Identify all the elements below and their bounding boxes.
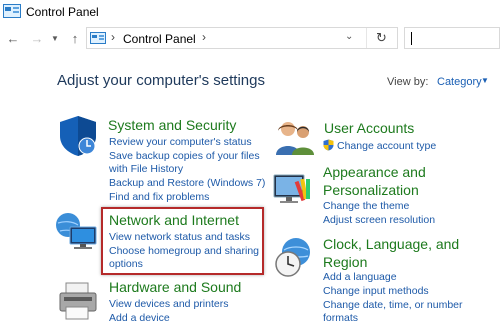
network-globe-icon[interactable] — [54, 211, 100, 251]
uac-shield-icon — [323, 139, 334, 151]
printer-icon[interactable] — [56, 281, 100, 321]
arrow-up-icon: ↑ — [71, 30, 79, 46]
recent-locations-button[interactable]: ▼ — [46, 29, 64, 47]
highlight-box — [101, 207, 264, 275]
clock-globe-icon[interactable] — [272, 236, 316, 280]
back-button[interactable]: ← — [4, 29, 22, 47]
link-find-fix-problems[interactable]: Find and fix problems — [109, 191, 209, 204]
chevron-down-icon: ▼ — [51, 33, 59, 43]
view-by-label: View by: — [387, 76, 429, 88]
link-backup-restore[interactable]: Backup and Restore (Windows 7) — [109, 177, 265, 190]
title-bar: Control Panel — [0, 0, 500, 24]
link-change-account-type[interactable]: Change account type — [323, 139, 436, 153]
category-title-user-accounts[interactable]: User Accounts — [324, 120, 414, 136]
link-add-device[interactable]: Add a device — [109, 312, 170, 321]
text-cursor — [411, 32, 412, 45]
category-title-clock-language[interactable]: Clock, Language, and — [323, 236, 459, 252]
link-add-language[interactable]: Add a language — [323, 271, 397, 284]
search-input[interactable] — [404, 27, 500, 49]
link-review-status[interactable]: Review your computer's status — [109, 136, 252, 149]
link-date-time-formats[interactable]: Change date, time, or number — [323, 299, 463, 312]
window-title: Control Panel — [26, 5, 99, 19]
navigation-bar: ← → ▼ ↑ › Control Panel › ⌄ ↻ — [0, 26, 500, 52]
link-label[interactable]: Change account type — [337, 140, 436, 152]
breadcrumb-separator[interactable]: › — [202, 30, 206, 44]
category-title-region[interactable]: Region — [323, 254, 367, 270]
control-panel-icon — [90, 32, 106, 44]
refresh-button[interactable]: ↻ — [366, 28, 396, 48]
category-title-personalization[interactable]: Personalization — [323, 182, 419, 198]
page-heading: Adjust your computer's settings — [57, 72, 265, 89]
link-formats[interactable]: formats — [323, 312, 358, 321]
forward-button[interactable]: → — [28, 29, 46, 47]
category-title-appearance[interactable]: Appearance and — [323, 164, 426, 180]
refresh-icon: ↻ — [376, 30, 387, 45]
category-title-system-security[interactable]: System and Security — [108, 117, 236, 133]
view-by-chevron-icon[interactable]: ▼ — [481, 76, 489, 85]
arrow-right-icon: → — [30, 30, 44, 46]
view-by-dropdown[interactable]: Category — [437, 76, 482, 88]
address-history-chevron-icon[interactable]: ⌄ — [345, 31, 353, 42]
category-title-hardware-sound[interactable]: Hardware and Sound — [109, 279, 241, 295]
link-input-methods[interactable]: Change input methods — [323, 285, 429, 298]
up-button[interactable]: ↑ — [66, 29, 84, 47]
link-devices-printers[interactable]: View devices and printers — [109, 298, 228, 311]
link-screen-resolution[interactable]: Adjust screen resolution — [323, 214, 435, 227]
shield-icon[interactable] — [56, 114, 100, 158]
arrow-left-icon: ← — [6, 30, 20, 46]
address-bar[interactable]: › Control Panel › ⌄ ↻ — [86, 27, 398, 49]
breadcrumb-control-panel[interactable]: Control Panel — [123, 32, 196, 46]
link-change-theme[interactable]: Change the theme — [323, 200, 409, 213]
control-panel-icon — [3, 4, 21, 18]
breadcrumb-separator[interactable]: › — [111, 30, 115, 44]
users-icon[interactable] — [274, 119, 316, 157]
monitor-palette-icon[interactable] — [270, 167, 316, 207]
link-file-history[interactable]: with File History — [109, 163, 183, 176]
link-save-backup[interactable]: Save backup copies of your files — [109, 150, 260, 163]
